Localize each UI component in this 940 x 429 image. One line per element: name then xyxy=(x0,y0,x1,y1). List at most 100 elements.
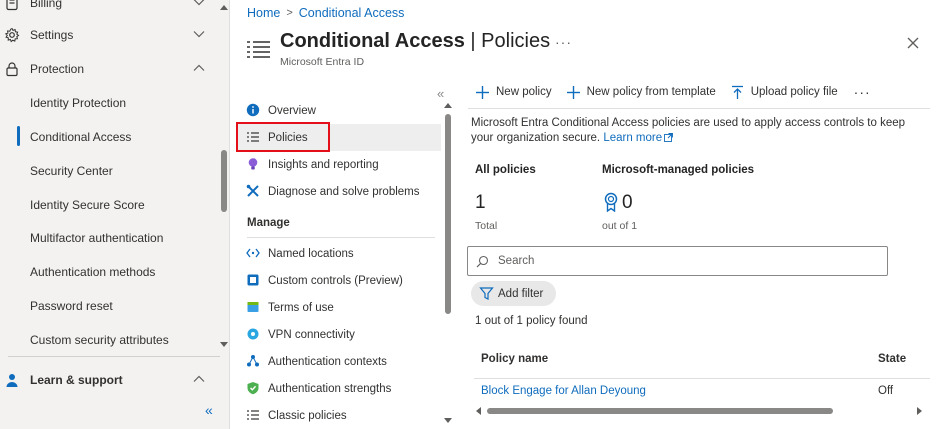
menu-item-label: Authentication contexts xyxy=(268,355,387,368)
list-icon xyxy=(247,410,259,420)
collapse-nav-button[interactable]: « xyxy=(205,402,213,418)
search-input[interactable] xyxy=(498,253,878,269)
nav-item-authentication-methods[interactable]: Authentication methods xyxy=(0,257,218,287)
table-header-divider xyxy=(474,378,930,379)
page-title-main: Conditional Access xyxy=(280,30,465,52)
scrollbar-thumb[interactable] xyxy=(487,408,833,414)
policy-state: Off xyxy=(878,385,894,397)
new-policy-label: New policy xyxy=(496,86,552,98)
menu-item-classic-policies[interactable]: Classic policies xyxy=(236,402,441,429)
upload-policy-file-label: Upload policy file xyxy=(750,86,838,98)
menu-item-named-locations[interactable]: Named locations xyxy=(236,240,441,267)
nav-item-label: Custom security attributes xyxy=(30,333,169,347)
nav-item-conditional-access[interactable]: Conditional Access xyxy=(0,122,218,152)
menu-item-label: Authentication strengths xyxy=(268,382,392,395)
nav-scrollbar[interactable] xyxy=(219,0,229,355)
scroll-up-arrow-icon[interactable] xyxy=(220,4,228,12)
scroll-up-arrow-icon[interactable] xyxy=(444,102,452,110)
nav-item-protection[interactable]: Protection xyxy=(0,54,218,84)
nav-item-custom-security-attributes[interactable]: Custom security attributes xyxy=(0,325,218,355)
more-options-button[interactable]: ··· xyxy=(555,34,572,50)
upload-policy-file-button[interactable]: Upload policy file xyxy=(730,85,838,100)
column-header-policy-name[interactable]: Policy name xyxy=(481,353,548,365)
learn-more-link[interactable]: Learn more xyxy=(603,132,662,144)
breadcrumb-home-link[interactable]: Home xyxy=(247,6,280,20)
info-icon xyxy=(246,103,260,117)
upload-icon xyxy=(731,85,743,99)
nav-item-label: Identity Protection xyxy=(30,96,127,110)
nav-item-label: Learn & support xyxy=(30,373,123,387)
search-icon xyxy=(476,255,489,268)
nav-item-password-reset[interactable]: Password reset xyxy=(0,291,218,321)
more-commands-button[interactable]: ··· xyxy=(854,84,871,100)
command-bar: New policy New policy from template Uplo… xyxy=(475,82,871,102)
nav-item-learn-support[interactable]: Learn & support xyxy=(0,365,218,395)
nav-item-label: Protection xyxy=(30,62,85,76)
new-policy-from-template-button[interactable]: New policy from template xyxy=(566,85,716,100)
menu-scrollbar[interactable] xyxy=(443,100,453,429)
chevron-down-icon[interactable] xyxy=(192,0,206,9)
menu-item-authentication-contexts[interactable]: Authentication contexts xyxy=(236,348,441,375)
breadcrumb-current-link[interactable]: Conditional Access xyxy=(299,6,405,20)
chevron-up-icon[interactable] xyxy=(192,372,206,386)
menu-item-overview[interactable]: Overview xyxy=(236,97,441,124)
custom-controls-icon xyxy=(247,274,259,286)
plus-icon xyxy=(476,85,489,99)
description: Microsoft Entra Conditional Access polic… xyxy=(471,116,926,146)
nav-item-identity-protection[interactable]: Identity Protection xyxy=(0,88,218,118)
nav-item-security-center[interactable]: Security Center xyxy=(0,156,218,186)
section-divider xyxy=(247,237,435,238)
nav-item-settings[interactable]: Settings xyxy=(0,20,218,50)
policy-name-link[interactable]: Block Engage for Allan Deyoung xyxy=(481,385,646,397)
add-filter-button[interactable]: Add filter xyxy=(471,281,556,306)
microsoft-managed-value: 0 xyxy=(622,192,633,213)
nav-divider xyxy=(8,356,220,357)
menu-item-authentication-strengths[interactable]: Authentication strengths xyxy=(236,375,441,402)
location-arrows-icon xyxy=(246,248,260,258)
nav-item-multifactor-authentication[interactable]: Multifactor authentication xyxy=(0,223,218,253)
page-title: Conditional Access | Policies xyxy=(280,30,550,53)
scroll-down-arrow-icon[interactable] xyxy=(444,416,452,424)
menu-item-label: Terms of use xyxy=(268,301,334,314)
billing-icon xyxy=(6,0,18,11)
result-count: 1 out of 1 policy found xyxy=(475,315,588,327)
menu-item-vpn-connectivity[interactable]: VPN connectivity xyxy=(236,321,441,348)
scrollbar-thumb[interactable] xyxy=(445,114,451,314)
nav-item-label: Password reset xyxy=(30,299,113,313)
scrollbar-thumb[interactable] xyxy=(221,150,227,212)
selection-highlight-box xyxy=(236,122,330,152)
section-heading-manage: Manage xyxy=(247,217,290,229)
scroll-left-arrow-icon[interactable] xyxy=(475,407,483,415)
microsoft-managed-label: Microsoft-managed policies xyxy=(602,164,755,176)
scroll-right-arrow-icon[interactable] xyxy=(915,407,923,415)
award-ribbon-icon xyxy=(604,192,618,212)
terms-icon xyxy=(247,302,259,312)
external-link-icon[interactable] xyxy=(664,133,674,142)
search-box[interactable] xyxy=(467,246,888,276)
menu-item-label: VPN connectivity xyxy=(268,328,355,341)
description-text: Microsoft Entra Conditional Access polic… xyxy=(471,117,906,144)
nav-item-label: Security Center xyxy=(30,164,113,178)
nav-item-label: Conditional Access xyxy=(30,130,132,144)
close-icon[interactable] xyxy=(905,35,921,51)
menu-item-diagnose-solve[interactable]: Diagnose and solve problems xyxy=(236,178,441,205)
horizontal-scrollbar[interactable] xyxy=(474,405,926,417)
menu-item-terms-of-use[interactable]: Terms of use xyxy=(236,294,441,321)
column-header-state[interactable]: State xyxy=(878,353,906,365)
nav-item-billing[interactable]: Billing xyxy=(0,0,218,18)
nav-item-identity-secure-score[interactable]: Identity Secure Score xyxy=(0,190,218,220)
menu-item-custom-controls[interactable]: Custom controls (Preview) xyxy=(236,267,441,294)
person-support-icon xyxy=(6,374,18,387)
chevron-up-icon[interactable] xyxy=(192,61,206,75)
new-policy-from-template-label: New policy from template xyxy=(586,86,716,98)
page-title-separator: | xyxy=(464,30,482,52)
nav-item-label: Billing xyxy=(30,0,63,10)
lock-icon xyxy=(6,62,18,77)
menu-item-insights-reporting[interactable]: Insights and reporting xyxy=(236,151,441,178)
scroll-down-arrow-icon[interactable] xyxy=(220,340,228,348)
menu-item-label: Classic policies xyxy=(268,409,347,422)
new-policy-button[interactable]: New policy xyxy=(475,85,552,100)
chevron-down-icon[interactable] xyxy=(192,27,206,41)
all-policies-label: All policies xyxy=(475,164,536,176)
wrench-icon xyxy=(246,184,259,197)
